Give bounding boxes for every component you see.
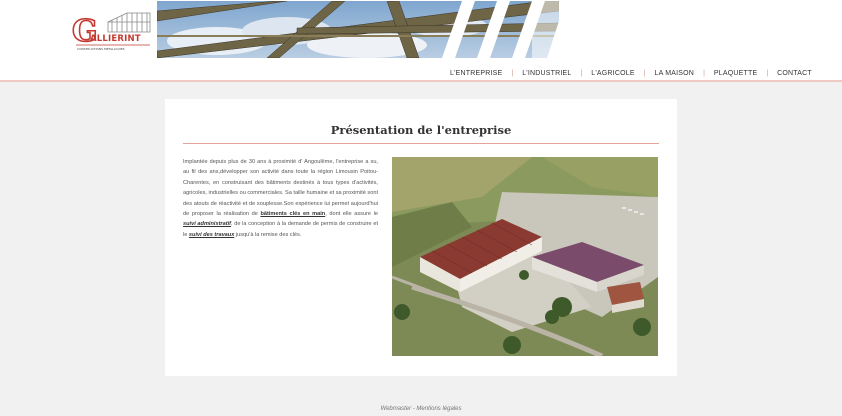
intro-paragraph: Implantée depuis plus de 30 ans à proxim… bbox=[183, 157, 378, 240]
site-header: G ALLIERINT CONSTRUCTIONS MÉTALLIQUES L'… bbox=[0, 0, 842, 82]
main-navigation: L'ENTREPRISE | L'INDUSTRIEL | L'AGRICOLE… bbox=[450, 66, 812, 80]
header-banner-image bbox=[157, 1, 559, 58]
intro-text-2: , dont elle assure le bbox=[325, 211, 378, 218]
intro-text-1: Implantée depuis plus de 30 ans à proxim… bbox=[183, 159, 378, 218]
title-divider bbox=[183, 143, 659, 144]
nav-separator: | bbox=[643, 69, 646, 77]
nav-item-maison[interactable]: LA MAISON bbox=[655, 70, 695, 77]
nav-separator: | bbox=[580, 69, 583, 77]
nav-item-entreprise[interactable]: L'ENTREPRISE bbox=[450, 70, 502, 77]
nav-separator: | bbox=[511, 69, 514, 77]
page-title: Présentation de l'entreprise bbox=[330, 123, 512, 137]
nav-separator: | bbox=[703, 69, 705, 77]
svg-text:ALLIERINT: ALLIERINT bbox=[90, 34, 141, 44]
link-batiments-cles-en-main[interactable]: bâtiments clés en main bbox=[260, 211, 325, 217]
main-content-box: Présentation de l'entreprise Implantée d… bbox=[165, 99, 677, 376]
nav-item-industriel[interactable]: L'INDUSTRIEL bbox=[522, 70, 571, 77]
svg-text:CONSTRUCTIONS MÉTALLIQUES: CONSTRUCTIONS MÉTALLIQUES bbox=[77, 46, 125, 51]
link-suivi-administratif[interactable]: suivi administratif bbox=[183, 221, 231, 227]
nav-item-plaquette[interactable]: PLAQUETTE bbox=[714, 70, 757, 77]
nav-item-contact[interactable]: CONTACT bbox=[777, 70, 812, 77]
footer-links[interactable]: Webmaster - Mentions légales bbox=[0, 406, 842, 412]
aerial-photo-facility bbox=[392, 157, 658, 356]
intro-text-4: jusqu'à la remise des clés. bbox=[234, 231, 302, 238]
nav-separator: | bbox=[766, 69, 769, 77]
company-logo[interactable]: G ALLIERINT CONSTRUCTIONS MÉTALLIQUES bbox=[71, 8, 154, 56]
nav-item-agricole[interactable]: L'AGRICOLE bbox=[591, 70, 634, 77]
link-suivi-des-travaux[interactable]: suivi des travaux bbox=[189, 232, 234, 238]
